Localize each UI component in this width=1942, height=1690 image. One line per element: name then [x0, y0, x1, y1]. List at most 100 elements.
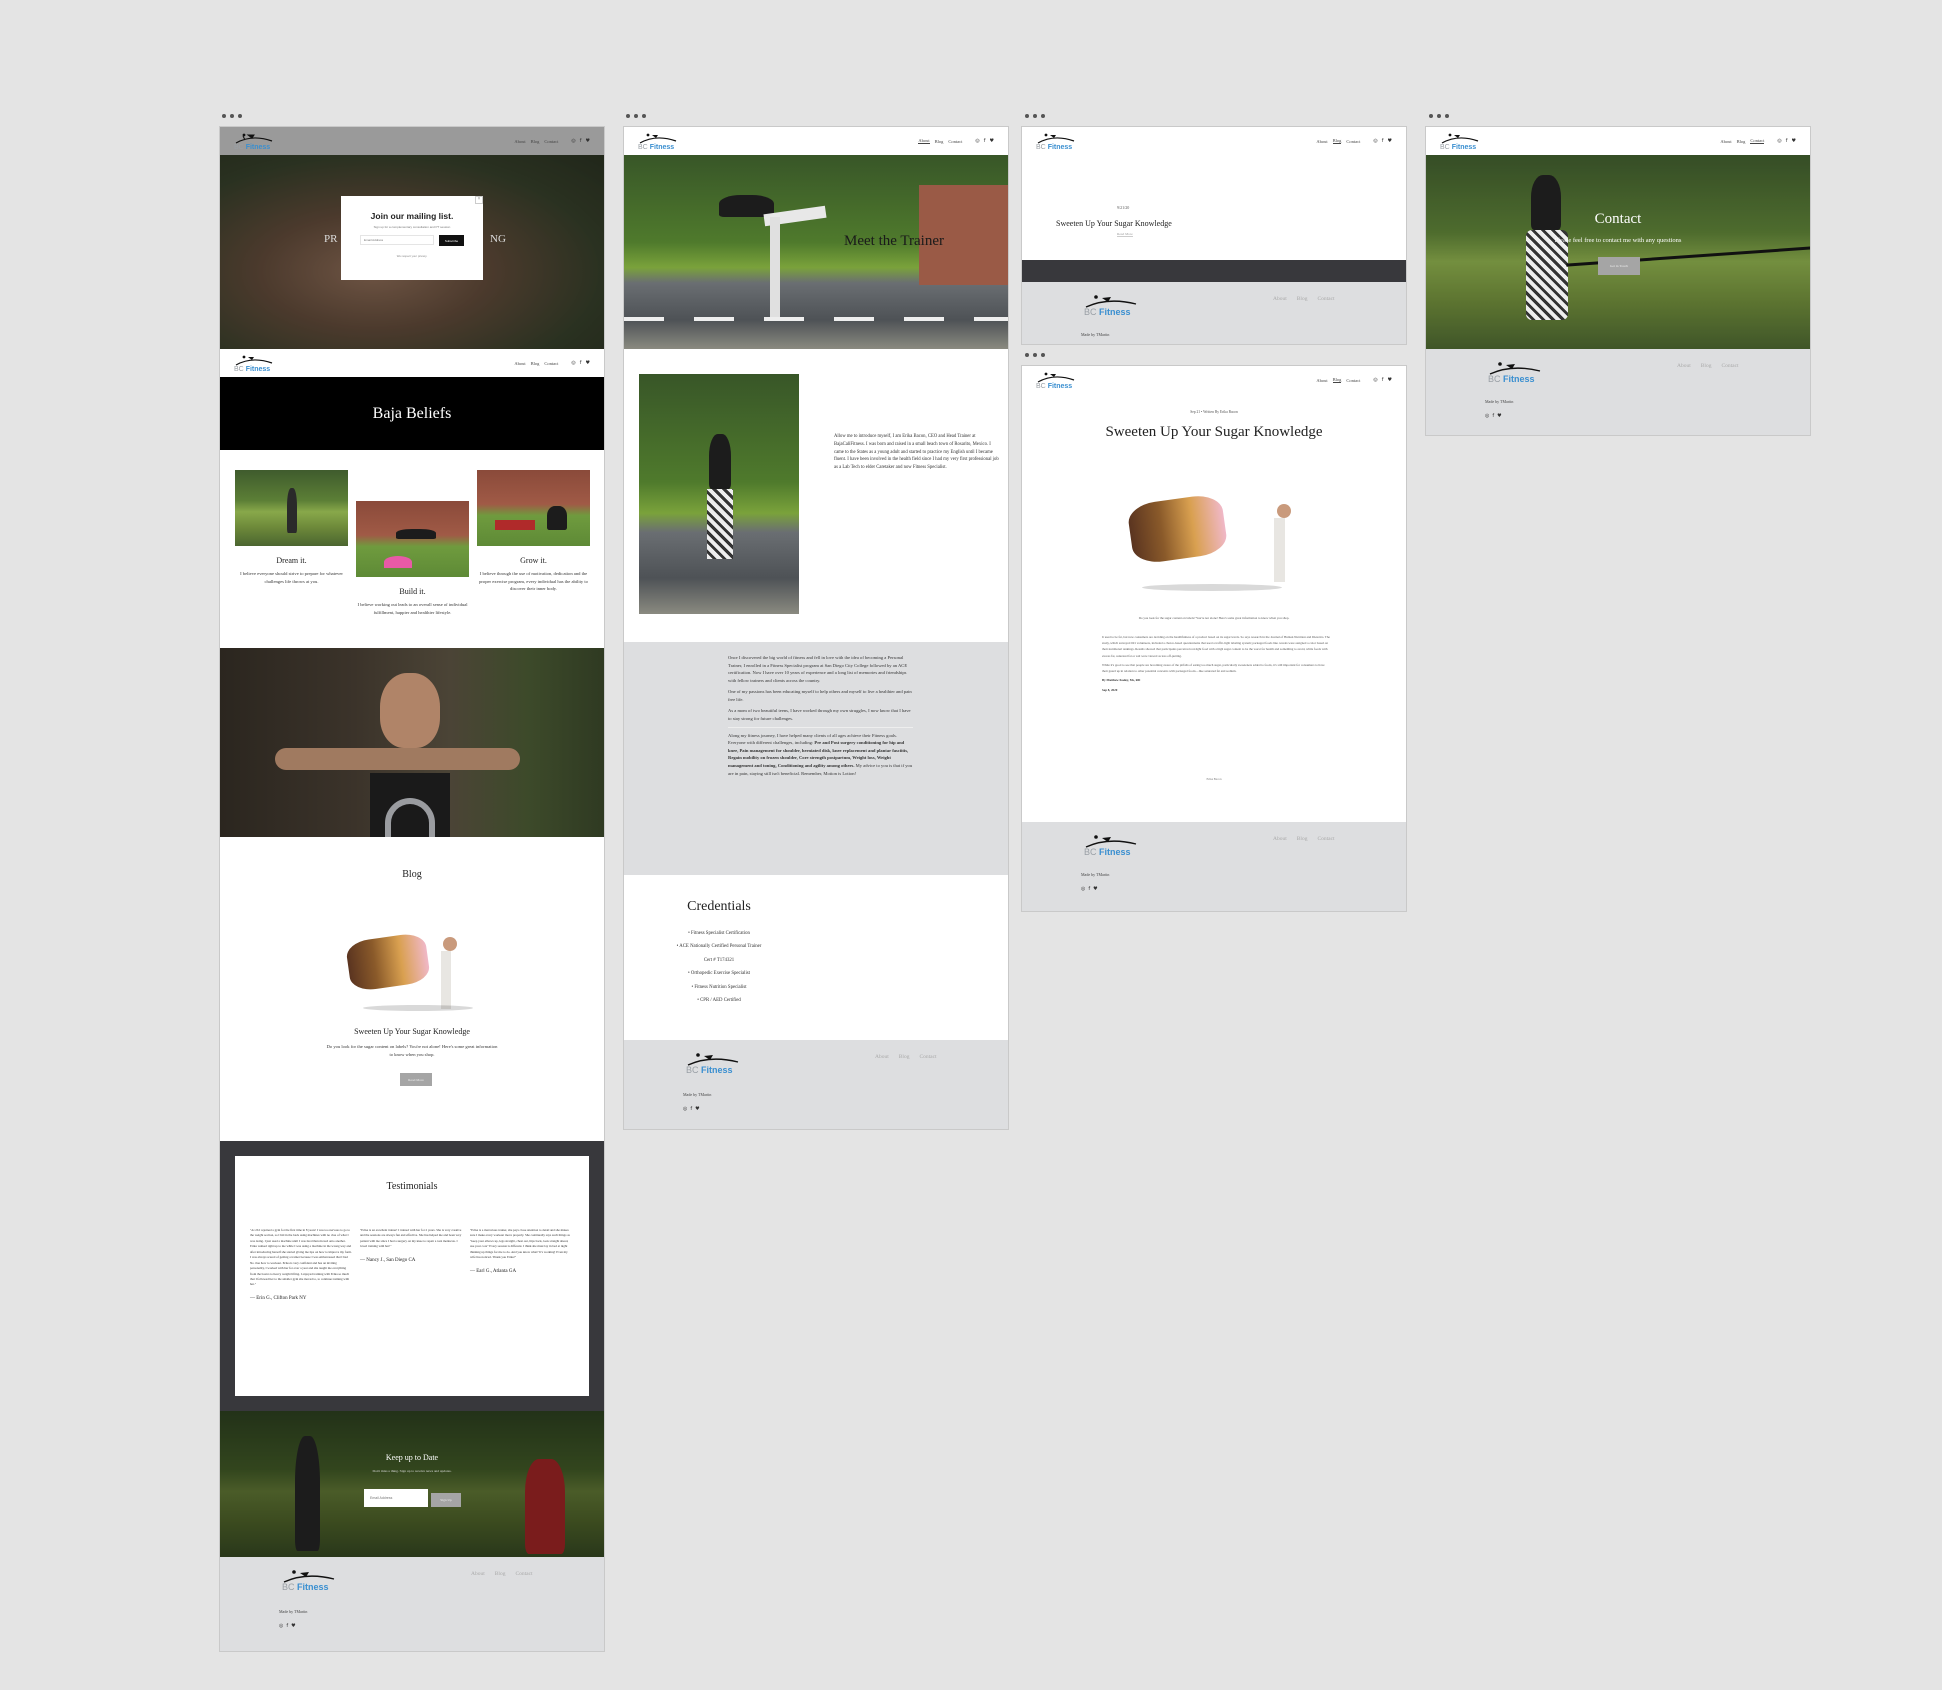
instagram-icon[interactable]: ◎: [1373, 138, 1377, 144]
nav-contact[interactable]: Contact: [544, 361, 558, 366]
nav-about[interactable]: About: [1720, 139, 1731, 144]
nav-blog[interactable]: Blog: [531, 139, 540, 144]
site-header: BC Fitness About Blog Contact ◎ f ♥: [1426, 127, 1810, 155]
facebook-icon[interactable]: f: [1492, 413, 1494, 419]
nav-blog[interactable]: Blog: [1332, 138, 1342, 144]
footer-link-contact[interactable]: Contact: [515, 1571, 532, 1577]
facebook-icon[interactable]: f: [1382, 377, 1384, 383]
instagram-icon[interactable]: ◎: [1373, 377, 1377, 383]
blog-list-read-more[interactable]: Read More: [1117, 232, 1133, 237]
footer-link-blog[interactable]: Blog: [1297, 836, 1308, 842]
footer-logo[interactable]: BC Fitness: [1084, 294, 1138, 317]
instagram-icon[interactable]: ◎: [279, 1623, 283, 1629]
nav-about[interactable]: About: [918, 138, 930, 144]
footer-link-blog[interactable]: Blog: [1701, 363, 1712, 369]
nav-about[interactable]: About: [514, 139, 525, 144]
main-nav: About Blog Contact ◎ f ♥: [514, 360, 590, 366]
twitter-icon[interactable]: ♥: [1388, 138, 1392, 144]
nav-contact[interactable]: Contact: [948, 139, 962, 144]
footer-link-about[interactable]: About: [1273, 836, 1287, 842]
footer-link-blog[interactable]: Blog: [495, 1571, 506, 1577]
story-paragraph: One of my passions has been educating my…: [728, 689, 912, 702]
dark-band: [1022, 260, 1406, 282]
testimonial: "At 26 I rejoined a gym for the first ti…: [250, 1228, 352, 1301]
main-nav: About Blog Contact ◎ f ♥: [1316, 138, 1392, 144]
nav-about[interactable]: About: [514, 361, 525, 366]
facebook-icon[interactable]: f: [286, 1623, 288, 1629]
footer-logo[interactable]: BC Fitness: [282, 1569, 336, 1592]
testimonial-author: — Earl G., Atlanta GA: [470, 1268, 517, 1274]
footer-link-about[interactable]: About: [875, 1054, 889, 1060]
nav-about[interactable]: About: [1316, 139, 1327, 144]
twitter-icon[interactable]: ♥: [1388, 377, 1392, 383]
footer-logo[interactable]: BC Fitness: [1084, 834, 1138, 857]
nav-blog[interactable]: Blog: [1737, 139, 1746, 144]
facebook-icon[interactable]: f: [984, 138, 986, 144]
nav-contact[interactable]: Contact: [1346, 378, 1360, 383]
facebook-icon[interactable]: f: [1786, 138, 1788, 144]
nav-contact[interactable]: Contact: [1750, 138, 1765, 144]
instagram-icon[interactable]: ◎: [975, 138, 979, 144]
instagram-icon[interactable]: ◎: [1485, 413, 1489, 419]
logo[interactable]: BC Fitness: [234, 132, 274, 151]
facebook-icon[interactable]: f: [690, 1106, 692, 1112]
logo[interactable]: BC Fitness: [638, 132, 678, 151]
twitter-icon[interactable]: ♥: [695, 1106, 699, 1112]
belief-card: Build it. I believe working out leads to…: [356, 501, 469, 616]
blog-list-title[interactable]: Sweeten Up Your Sugar Knowledge: [1056, 219, 1172, 228]
instagram-icon[interactable]: ◎: [571, 138, 575, 144]
logo-bc: BC: [234, 365, 244, 373]
facebook-icon[interactable]: f: [580, 360, 582, 366]
nav-about[interactable]: About: [1316, 378, 1327, 383]
twitter-icon[interactable]: ♥: [291, 1623, 295, 1629]
twitter-icon[interactable]: ♥: [586, 360, 590, 366]
facebook-icon[interactable]: f: [580, 138, 582, 144]
footer-link-about[interactable]: About: [1273, 296, 1287, 302]
footer-link-about[interactable]: About: [1677, 363, 1691, 369]
logo[interactable]: BC Fitness: [1440, 132, 1480, 151]
blog-post-title[interactable]: Sweeten Up Your Sugar Knowledge: [220, 1027, 604, 1036]
popup-close-button[interactable]: ×: [475, 196, 483, 204]
about-hero: Meet the Trainer: [624, 155, 1008, 349]
footer-link-contact[interactable]: Contact: [1317, 836, 1334, 842]
nav-contact[interactable]: Contact: [544, 139, 558, 144]
footer-link-contact[interactable]: Contact: [1317, 296, 1334, 302]
newsletter-email-input[interactable]: [364, 1489, 428, 1507]
story-paragraph: Along my fitness journey, I have helped …: [728, 732, 913, 777]
read-more-button[interactable]: Read More: [400, 1073, 432, 1086]
footer-link-about[interactable]: About: [471, 1571, 485, 1577]
footer-link-contact[interactable]: Contact: [1721, 363, 1738, 369]
logo[interactable]: BC Fitness: [1036, 132, 1076, 151]
logo[interactable]: BC Fitness: [1036, 371, 1076, 390]
twitter-icon[interactable]: ♥: [1093, 886, 1097, 892]
popup-email-input[interactable]: [360, 235, 434, 245]
footer-link-blog[interactable]: Blog: [1297, 296, 1308, 302]
twitter-icon[interactable]: ♥: [1497, 413, 1501, 419]
facebook-icon[interactable]: f: [1088, 886, 1090, 892]
window-dots: [222, 114, 242, 118]
facebook-icon[interactable]: f: [1382, 138, 1384, 144]
instagram-icon[interactable]: ◎: [1081, 886, 1085, 892]
footer-logo[interactable]: BC Fitness: [1488, 361, 1542, 384]
instagram-icon[interactable]: ◎: [683, 1106, 687, 1112]
instagram-icon[interactable]: ◎: [571, 360, 575, 366]
logo[interactable]: BC Fitness: [234, 354, 274, 373]
testimonial-author: — Nancy J., San Diego CA: [360, 1257, 416, 1263]
nav-blog[interactable]: Blog: [1332, 377, 1342, 383]
twitter-icon[interactable]: ♥: [990, 138, 994, 144]
newsletter-signup-button[interactable]: Sign Up: [431, 1493, 461, 1507]
post-author-tag[interactable]: Erika Bacon: [1022, 777, 1406, 781]
popup-subscribe-button[interactable]: Subscribe: [439, 235, 464, 246]
credential-item: • Fitness Nutrition Specialist: [691, 984, 747, 990]
twitter-icon[interactable]: ♥: [1792, 138, 1796, 144]
instagram-icon[interactable]: ◎: [1777, 138, 1781, 144]
nav-blog[interactable]: Blog: [531, 361, 540, 366]
footer-logo[interactable]: BC Fitness: [686, 1052, 740, 1075]
get-in-touch-button[interactable]: Get in Touch: [1598, 257, 1640, 275]
twitter-icon[interactable]: ♥: [586, 138, 590, 144]
credential-item: • ACE Nationally Certified Personal Trai…: [676, 944, 762, 950]
nav-contact[interactable]: Contact: [1346, 139, 1360, 144]
footer-link-blog[interactable]: Blog: [899, 1054, 910, 1060]
footer-link-contact[interactable]: Contact: [919, 1054, 936, 1060]
nav-blog[interactable]: Blog: [935, 139, 944, 144]
